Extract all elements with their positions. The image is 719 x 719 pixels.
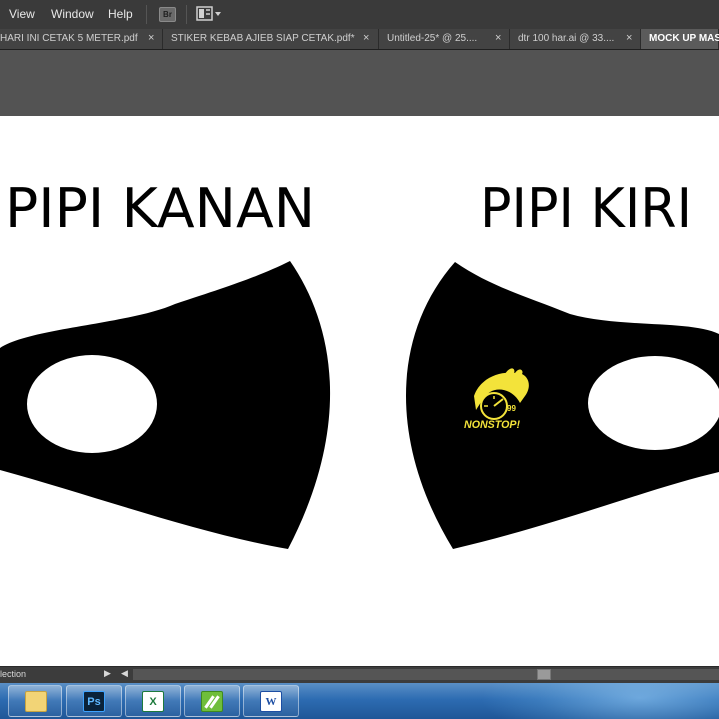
taskbar-glow — [480, 683, 719, 719]
go-to-bridge-button[interactable]: Br — [159, 7, 176, 22]
scroll-left-icon[interactable]: ◀ — [121, 668, 128, 679]
scrollbar-thumb[interactable] — [537, 669, 551, 680]
menu-view[interactable]: View — [9, 7, 35, 21]
menu-separator — [186, 5, 187, 24]
tab-label: Untitled-25* @ 25.... — [387, 33, 478, 44]
artwork: PIPI KANAN PIPI KIRI 99 NONSTOP! — [0, 177, 719, 549]
logo-number: 99 — [507, 404, 516, 413]
right-ear-hole — [588, 356, 719, 450]
photoshop-icon: Ps — [83, 691, 105, 712]
arrange-documents-icon — [196, 6, 221, 21]
menu-separator — [146, 5, 147, 24]
arrange-documents-button[interactable] — [196, 6, 226, 22]
taskbar-word-button[interactable]: W — [243, 685, 299, 717]
tab-label: STIKER KEBAB AJIEB SIAP CETAK.pdf* — [171, 33, 355, 44]
taskbar-coreldraw-button[interactable] — [184, 685, 240, 717]
status-menu-arrow-icon[interactable]: ▶ — [104, 668, 111, 679]
tab-mock-up-mas[interactable]: MOCK UP MAS — [641, 29, 719, 49]
taskbar-explorer-button[interactable] — [8, 685, 62, 717]
left-ear-hole — [27, 355, 157, 453]
menu-window[interactable]: Window — [51, 7, 94, 21]
left-mask — [0, 261, 331, 549]
tab-close-icon[interactable]: × — [495, 32, 501, 44]
status-text: lection — [0, 669, 27, 679]
tab-label: dtr 100 har.ai @ 33.... — [518, 33, 615, 44]
artboard[interactable]: PIPI KANAN PIPI KIRI 99 NONSTOP! — [0, 116, 719, 666]
folder-icon — [25, 691, 47, 712]
right-heading: PIPI KIRI — [480, 177, 692, 240]
word-icon: W — [260, 691, 282, 712]
taskbar-excel-button[interactable]: X — [125, 685, 181, 717]
document-tab-bar: HARI INI CETAK 5 METER.pdf × STIKER KEBA… — [0, 29, 719, 50]
tab-label: HARI INI CETAK 5 METER.pdf — [0, 33, 138, 44]
tab-hari-ini-cetak[interactable]: HARI INI CETAK 5 METER.pdf × — [0, 29, 163, 49]
tab-label: MOCK UP MAS — [649, 33, 719, 44]
left-heading: PIPI KANAN — [5, 177, 315, 240]
tab-dtr-100[interactable]: dtr 100 har.ai @ 33.... × — [510, 29, 641, 49]
windows-taskbar: Ps X W — [0, 683, 719, 719]
tab-close-icon[interactable]: × — [363, 32, 369, 44]
tab-stiker-kebab[interactable]: STIKER KEBAB AJIEB SIAP CETAK.pdf* × — [163, 29, 379, 49]
excel-icon: X — [142, 691, 164, 712]
menu-help[interactable]: Help — [108, 7, 133, 21]
status-bar: lection ▶ ◀ — [0, 666, 719, 683]
coreldraw-icon — [201, 691, 223, 712]
tab-untitled-25[interactable]: Untitled-25* @ 25.... × — [379, 29, 510, 49]
right-mask — [405, 262, 719, 549]
horizontal-scrollbar[interactable] — [133, 669, 719, 680]
taskbar-photoshop-button[interactable]: Ps — [66, 685, 122, 717]
canvas-gray-area — [0, 50, 719, 116]
menu-bar: View Window Help Br — [0, 0, 719, 30]
tab-close-icon[interactable]: × — [148, 32, 154, 44]
logo-text: NONSTOP! — [464, 419, 520, 431]
tab-close-icon[interactable]: × — [626, 32, 632, 44]
